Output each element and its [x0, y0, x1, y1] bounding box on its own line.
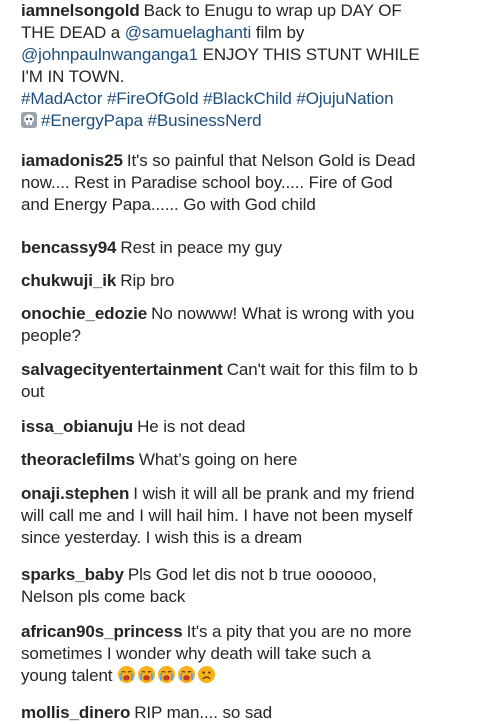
caption-text-3: film by: [255, 23, 305, 42]
comment-text: out: [21, 382, 45, 401]
crying-face-icon: [138, 665, 156, 684]
crying-face-icon: [178, 665, 196, 684]
comment-text: What’s going on here: [138, 450, 298, 469]
comment-text: since yesterday. I wish this is a dream: [21, 528, 303, 547]
crying-face-icon: [158, 665, 176, 684]
comment-item: salvagecityentertainment Can't wait for t…: [21, 359, 483, 403]
hashtag-link[interactable]: #EnergyPapa: [41, 111, 143, 130]
comment-item: iamadonis25 It's so painful that Nelson G…: [21, 150, 483, 216]
mention-link[interactable]: @samuelaghanti: [125, 23, 252, 42]
comment-text: No nowww! What is wrong with you: [151, 304, 415, 323]
crying-face-icon: [118, 665, 136, 684]
comment-text: I wish it will all be prank and my frien…: [133, 484, 415, 503]
comment-item: onaji.stephen I wish it will all be prank…: [21, 483, 483, 549]
comment-username[interactable]: theoraclefilms: [21, 450, 135, 469]
caption-text-5: I'M IN TOWN.: [21, 67, 125, 86]
comment-text: He is not dead: [137, 417, 246, 436]
comment-item: mollis_dinero RIP man.... so sad: [21, 702, 483, 724]
comment-item: bencassy94 Rest in peace my guy: [21, 237, 483, 259]
skull-icon: [21, 112, 37, 128]
hashtag-link[interactable]: #MadActor: [21, 89, 102, 108]
caption-username[interactable]: iamnelsongold: [21, 1, 140, 20]
comment-text: now.... Rest in Paradise school boy.....…: [21, 173, 393, 192]
comment-text: young talent: [21, 666, 113, 685]
comment-username[interactable]: onochie_edozie: [21, 304, 147, 323]
mention-link[interactable]: @johnpaulnwanganga1: [21, 45, 198, 64]
comment-item: issa_obianuju He is not dead: [21, 416, 483, 438]
caption-text-2: THE DEAD a: [21, 23, 121, 42]
comment-item: chukwuji_ik Rip bro: [21, 270, 483, 292]
comment-item: onochie_edozie No nowww! What is wrong wi…: [21, 303, 483, 347]
comment-item: sparks_baby Pls God let dis not b true oo…: [21, 564, 483, 608]
caption-text-1: Back to Enugu to wrap up DAY OF: [143, 1, 402, 20]
comment-username[interactable]: onaji.stephen: [21, 484, 129, 503]
comment-text: Rip bro: [120, 271, 175, 290]
comment-text: and Energy Papa...... Go with God child: [21, 195, 316, 214]
comment-text: will call me and I will hail him. I have…: [21, 506, 413, 525]
comment-text: people?: [21, 326, 81, 345]
comment-text: sometimes I wonder why death will take s…: [21, 644, 371, 663]
comment-username[interactable]: sparks_baby: [21, 565, 124, 584]
hashtag-link[interactable]: #BlackChild: [203, 89, 292, 108]
comment-text: RIP man.... so sad: [134, 703, 272, 722]
comment-text: Nelson pls come back: [21, 587, 186, 606]
comment-username[interactable]: issa_obianuju: [21, 417, 133, 436]
comment-username[interactable]: chukwuji_ik: [21, 271, 116, 290]
comment-username[interactable]: african90s_princess: [21, 622, 183, 641]
comment-item: theoraclefilms What’s going on here: [21, 449, 483, 471]
comment-username[interactable]: salvagecityentertainment: [21, 360, 223, 379]
hashtag-link[interactable]: #BusinessNerd: [148, 111, 262, 130]
frowning-face-icon: [198, 665, 216, 684]
comment-text: Can't wait for this film to b: [226, 360, 418, 379]
hashtag-link[interactable]: #FireOfGold: [107, 89, 199, 108]
comment-username[interactable]: mollis_dinero: [21, 703, 130, 722]
comment-text: It's so painful that Nelson Gold is Dead: [126, 151, 416, 170]
comment-feed: iamnelsongold Back to Enugu to wrap up DA…: [0, 0, 489, 722]
comment-text: Rest in peace my guy: [120, 238, 282, 257]
comment-username[interactable]: bencassy94: [21, 238, 117, 257]
comment-text: It's a pity that you are no more: [186, 622, 412, 641]
hashtag-link[interactable]: #OjujuNation: [296, 89, 393, 108]
caption-text-4: ENJOY THIS STUNT WHILE: [202, 45, 420, 64]
comment-text: Pls God let dis not b true oooooo,: [127, 565, 377, 584]
comment-item: african90s_princess It's a pity that you …: [21, 621, 483, 687]
caption: iamnelsongold Back to Enugu to wrap up DA…: [21, 0, 483, 132]
comment-username[interactable]: iamadonis25: [21, 151, 123, 170]
